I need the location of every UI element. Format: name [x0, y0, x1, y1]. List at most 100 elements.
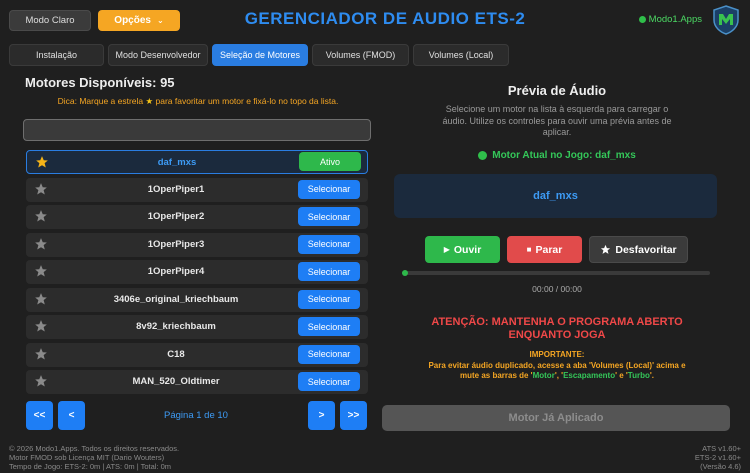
chevron-down-icon: ⌄ — [156, 16, 164, 25]
page-indicator: Página 1 de 10 — [164, 410, 228, 421]
engine-row: 8v92_kriechbaum Selecionar — [26, 315, 368, 339]
preview-engine-box: daf_mxs — [394, 174, 717, 218]
star-icon — [601, 244, 611, 254]
engine-row: daf_mxs Ativo — [26, 150, 368, 174]
audio-preview-title: Prévia de Áudio — [507, 83, 607, 98]
select-engine-button[interactable]: Selecionar — [298, 262, 360, 281]
footer-info: © 2026 Modo1.Apps. Todos os direitos res… — [9, 444, 179, 471]
stop-button[interactable]: ■ Parar — [507, 236, 582, 263]
important-part-2: ', ' — [554, 371, 564, 380]
engine-name: 1OperPiper3 — [147, 238, 205, 250]
warning-text: ATENÇÃO: MANTENHA O PROGRAMA ABERTO ENQU… — [431, 316, 683, 341]
status-dot-icon — [638, 16, 646, 23]
apply-engine-button[interactable]: Motor Já Aplicado — [382, 405, 730, 431]
pagination: << < Página 1 de 10 > >> — [26, 401, 368, 431]
tab-volumes-fmod[interactable]: Volumes (FMOD) — [312, 44, 409, 66]
next-page-button[interactable]: > — [308, 401, 335, 430]
select-engine-button[interactable]: Selecionar — [298, 344, 360, 364]
options-button[interactable]: Opções ⌄ — [98, 10, 180, 31]
engine-list: daf_mxs Ativo 1OperPiper1 Selecionar 1OperPi… — [26, 150, 368, 398]
select-engine-button[interactable]: Selecionar — [298, 234, 360, 254]
first-page-button[interactable]: << — [26, 401, 53, 430]
favorite-star-icon[interactable] — [34, 182, 48, 196]
engine-name: MAN_520_Oldtimer — [132, 376, 220, 387]
tab-developer-mode[interactable]: Modo Desenvolvedor — [108, 44, 208, 66]
playback-time: 00:00 / 00:00 — [532, 284, 582, 294]
select-engine-button[interactable]: Selecionar — [298, 372, 360, 391]
play-icon: ▶ — [443, 245, 450, 254]
select-engine-button[interactable]: Selecionar — [298, 317, 360, 336]
app-title: GERENCIADOR DE AUDIO ETS-2 — [244, 9, 526, 28]
stop-label: Parar — [535, 243, 563, 256]
brand-status: Modo1.Apps — [638, 14, 702, 25]
ats-version: ATS v1.60+ — [702, 444, 741, 453]
engine-name: 3406e_original_kriechbaum — [113, 293, 239, 305]
important-title: IMPORTANTE: — [529, 350, 585, 359]
engine-row: 1OperPiper4 Selecionar — [26, 260, 368, 284]
motor-highlight: Motor — [532, 371, 555, 380]
engine-name: daf_mxs — [157, 157, 197, 168]
engine-name: 1OperPiper4 — [147, 266, 205, 277]
version-info: ATS v1.60+ ETS-2 v1.60+ (Versão 4.6) — [695, 444, 741, 471]
favorite-star-icon[interactable] — [34, 319, 48, 333]
active-engine-button[interactable]: Ativo — [299, 152, 361, 171]
header-bar: Modo Claro Opções ⌄ GERENCIADOR DE AUDIO… — [0, 0, 750, 40]
light-mode-button[interactable]: Modo Claro — [9, 10, 91, 31]
exhaust-highlight: Escapamento — [563, 371, 616, 380]
prev-page-button[interactable]: < — [58, 401, 85, 430]
favorite-star-icon[interactable] — [34, 347, 48, 361]
turbo-highlight: Turbo — [627, 371, 650, 380]
status-dot-icon — [478, 151, 488, 160]
engine-name: 1OperPiper2 — [147, 211, 205, 222]
preview-engine-name: daf_mxs — [533, 190, 578, 202]
engine-row: MAN_520_Oldtimer Selecionar — [26, 370, 368, 394]
select-engine-button[interactable]: Selecionar — [298, 207, 360, 226]
important-part-3: ' e ' — [615, 371, 628, 380]
favorite-star-icon[interactable] — [34, 374, 48, 388]
shield-logo-icon — [713, 5, 739, 35]
engine-list-panel: Motores Disponíveis: 95 Dica: Marque a e… — [18, 68, 378, 435]
unfavorite-label: Desfavoritar — [615, 243, 677, 256]
engine-name: C18 — [167, 348, 185, 360]
progress-knob[interactable] — [402, 270, 408, 276]
favorite-star-icon[interactable] — [35, 155, 49, 169]
favorite-star-icon[interactable] — [34, 209, 48, 223]
current-engine-status: Motor Atual no Jogo: daf_mxs — [382, 150, 732, 161]
tab-engine-selection[interactable]: Seleção de Motores — [212, 44, 308, 66]
tab-volumes-local[interactable]: Volumes (Local) — [413, 44, 509, 66]
engine-row: 3406e_original_kriechbaum Selecionar — [26, 287, 368, 312]
engine-row: C18 Selecionar — [26, 342, 368, 367]
audio-progress-slider[interactable] — [402, 270, 710, 276]
last-page-button[interactable]: >> — [340, 401, 367, 430]
engine-row: 1OperPiper1 Selecionar — [26, 177, 368, 202]
app-version: (Versão 4.6) — [700, 462, 741, 471]
favorite-star-icon[interactable] — [34, 264, 48, 278]
brand-label: Modo1.Apps — [648, 14, 702, 25]
engine-row: 1OperPiper3 Selecionar — [26, 232, 368, 257]
license-text: Motor FMOD sob Licença MIT (Dario Wouter… — [9, 453, 165, 462]
current-engine-label: Motor Atual no Jogo: daf_mxs — [492, 150, 636, 161]
favorite-star-icon[interactable] — [34, 237, 48, 251]
play-button[interactable]: ▶ Ouvir — [425, 236, 500, 263]
select-engine-button[interactable]: Selecionar — [298, 179, 360, 199]
engine-row: 1OperPiper2 Selecionar — [26, 205, 368, 229]
ets2-version: ETS-2 v1.60+ — [694, 453, 741, 462]
select-engine-button[interactable]: Selecionar — [298, 289, 360, 309]
engine-name: 1OperPiper1 — [147, 183, 205, 195]
copyright-text: © 2026 Modo1.Apps. Todos os direitos res… — [9, 444, 180, 453]
important-part-4: '. — [649, 371, 654, 380]
favorite-hint: Dica: Marque a estrela ★ para favoritar … — [18, 96, 378, 107]
important-text: Para evitar áudio duplicado, acesse a ab… — [427, 361, 687, 381]
engine-search-input[interactable] — [23, 119, 371, 141]
audio-preview-panel: Prévia de Áudio Selecione um motor na li… — [382, 68, 732, 435]
star-icon: ★ — [145, 96, 154, 106]
engines-available-title: Motores Disponíveis: 95 — [25, 75, 175, 90]
tab-installation[interactable]: Instalação — [9, 44, 104, 66]
engine-name: 8v92_kriechbaum — [136, 321, 216, 332]
favorite-star-icon[interactable] — [34, 292, 48, 306]
unfavorite-button[interactable]: Desfavoritar — [589, 236, 688, 263]
tab-bar: Instalação Modo Desenvolvedor Seleção de… — [9, 44, 509, 66]
play-label: Ouvir — [453, 243, 482, 256]
hint-suffix: para favoritar um motor e fixá-lo no top… — [155, 96, 339, 106]
playtime-text: Tempo de Jogo: ETS-2: 0m | ATS: 0m | Tot… — [9, 462, 172, 471]
